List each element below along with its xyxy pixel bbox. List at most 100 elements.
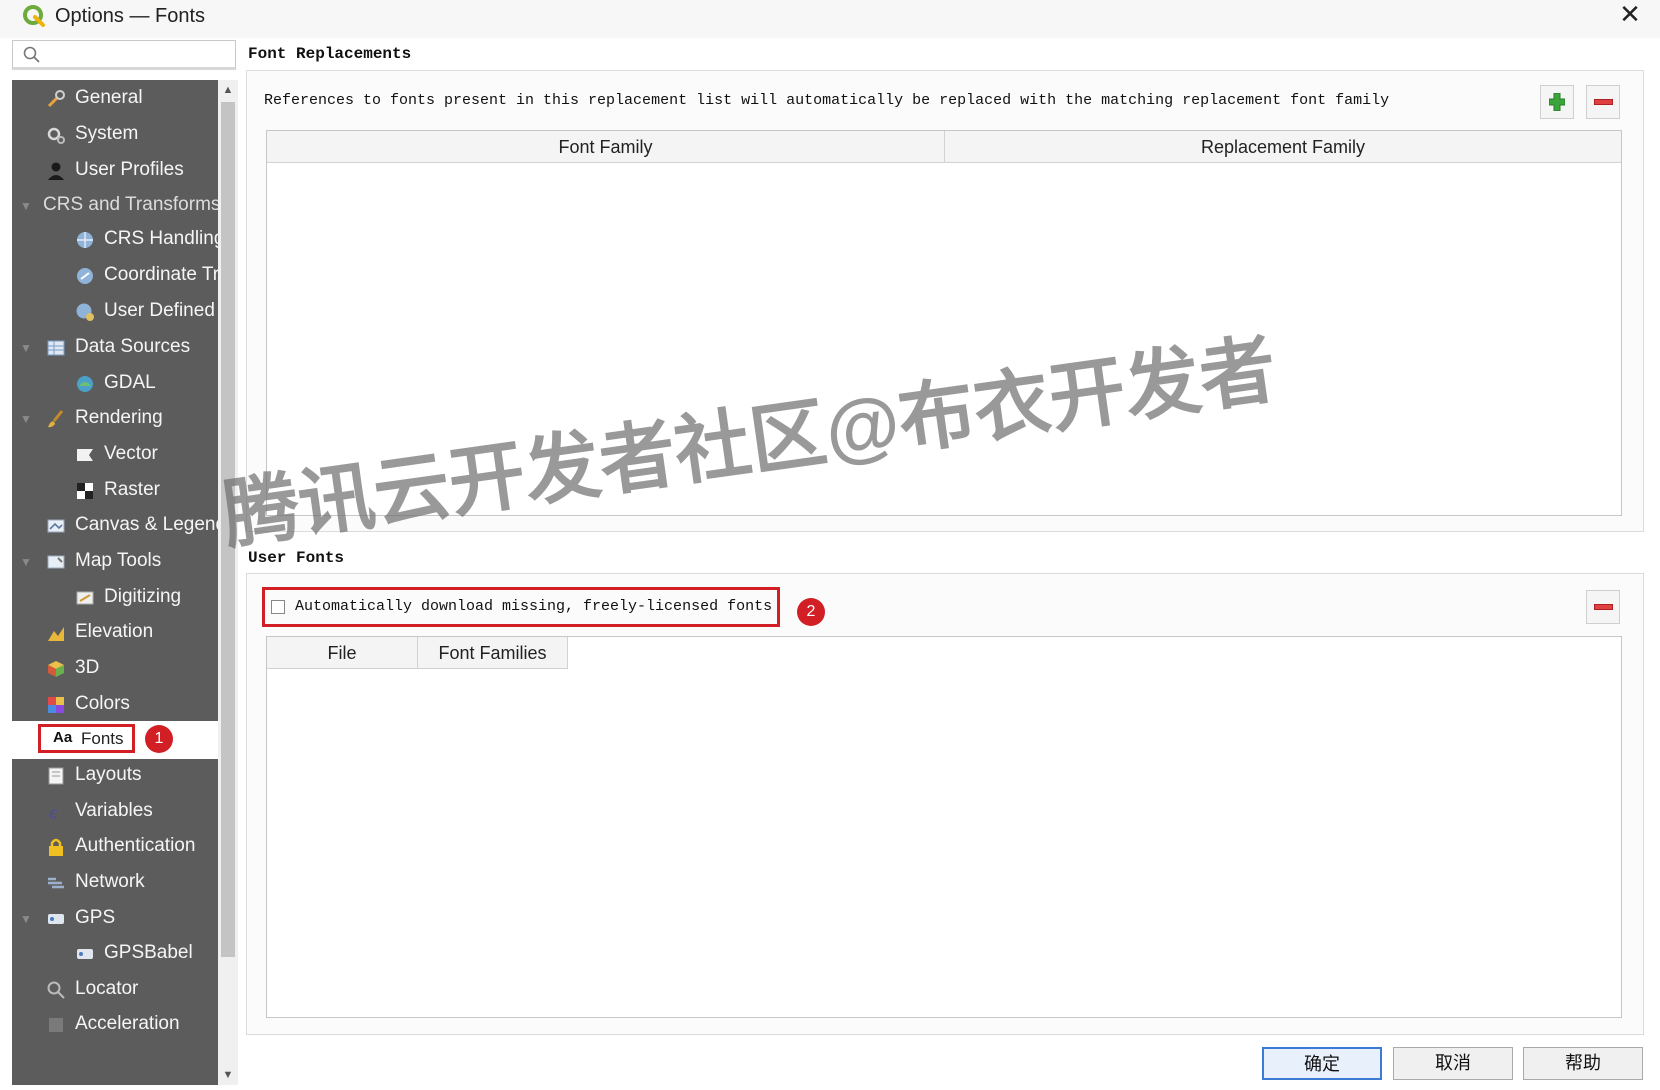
expand-arrow-icon[interactable]: ▼ xyxy=(20,912,32,926)
scroll-down-arrow-icon[interactable]: ▼ xyxy=(218,1065,238,1085)
auto-download-fonts-checkbox[interactable] xyxy=(271,600,285,614)
globe-user-icon xyxy=(76,303,94,321)
help-button[interactable]: 帮助 xyxy=(1523,1047,1643,1080)
globe-transform-icon xyxy=(77,268,93,284)
sidebar-item-fonts[interactable]: Aa Fonts 1 xyxy=(12,721,218,759)
canvas-icon xyxy=(47,519,65,533)
sidebar-item-crs-handling[interactable]: CRS Handling xyxy=(12,221,218,259)
sidebar-item-label: Variables xyxy=(75,800,153,821)
font-aa-icon: Aa xyxy=(53,729,73,746)
sidebar-item-layouts[interactable]: Layouts xyxy=(12,757,218,795)
gears-icon xyxy=(47,127,65,144)
add-replacement-button[interactable] xyxy=(1540,85,1574,119)
sidebar-item-label: GDAL xyxy=(104,372,156,393)
cancel-button[interactable]: 取消 xyxy=(1393,1047,1513,1080)
window-title: Options — Fonts xyxy=(55,5,206,27)
remove-user-font-button[interactable] xyxy=(1586,590,1620,624)
sidebar-item-canvas-legend[interactable]: Canvas & Legend xyxy=(12,507,218,545)
font-replacements-title: Font Replacements xyxy=(248,45,412,63)
sidebar-item-label: Colors xyxy=(75,693,130,714)
elevation-icon xyxy=(48,627,64,641)
sidebar-item-network[interactable]: Network xyxy=(12,864,218,902)
font-replacements-table[interactable]: Font Family Replacement Family xyxy=(266,130,1622,516)
column-header-font-family[interactable]: Font Family xyxy=(267,131,945,163)
brush-icon xyxy=(48,410,64,428)
expand-arrow-icon[interactable]: ▼ xyxy=(20,555,32,569)
sidebar-item-label: Map Tools xyxy=(75,550,162,571)
sidebar-item-3d[interactable]: 3D xyxy=(12,650,218,688)
expand-arrow-icon[interactable]: ▼ xyxy=(20,341,32,355)
sidebar-item-gpsbabel[interactable]: GPSBabel xyxy=(12,935,218,973)
scroll-up-arrow-icon[interactable]: ▲ xyxy=(218,80,238,100)
sidebar-item-label: CRS Handling xyxy=(104,228,218,249)
sidebar-item-label: GPS xyxy=(75,907,116,928)
sidebar-item-elevation[interactable]: Elevation xyxy=(12,614,218,652)
sidebar-item-map-tools[interactable]: ▼ Map Tools xyxy=(12,543,218,581)
fonts-highlight-box: Aa Fonts xyxy=(38,724,135,753)
sidebar-item-label: Raster xyxy=(104,479,160,500)
gdal-icon xyxy=(77,376,93,392)
options-sidebar: General System User Profiles ▼ CRS and T… xyxy=(12,80,218,1085)
sidebar-item-general[interactable]: General xyxy=(12,80,218,118)
sidebar-item-vector[interactable]: Vector xyxy=(12,436,218,474)
search-field[interactable] xyxy=(12,40,236,70)
sidebar-item-rendering[interactable]: ▼ Rendering xyxy=(12,400,218,438)
remove-replacement-button[interactable] xyxy=(1586,85,1620,119)
layout-icon xyxy=(48,767,64,785)
sidebar-item-label: Digitizing xyxy=(104,586,182,607)
sidebar-item-crs-and-transforms[interactable]: ▼ CRS and Transforms xyxy=(12,187,218,225)
sidebar-item-label: 3D xyxy=(75,657,100,678)
sidebar-item-gdal[interactable]: GDAL xyxy=(12,365,218,403)
locator-search-icon xyxy=(47,981,65,999)
sidebar-item-user-defined-crs[interactable]: User Defined CRS xyxy=(12,293,218,331)
close-button[interactable]: ✕ xyxy=(1610,0,1650,30)
sidebar-item-label: GPSBabel xyxy=(104,942,193,963)
column-header-font-families[interactable]: Font Families xyxy=(418,637,568,669)
digitizing-icon xyxy=(76,591,94,605)
raster-checker-icon xyxy=(77,483,93,499)
sidebar-item-coordinate-transforms[interactable]: Coordinate Transforms xyxy=(12,257,218,295)
auto-download-fonts-checkbox-row[interactable]: Automatically download missing, freely-l… xyxy=(262,587,780,627)
sidebar-item-label: Network xyxy=(75,871,145,892)
search-input[interactable] xyxy=(45,43,229,67)
acceleration-icon xyxy=(49,1018,63,1032)
expand-arrow-icon[interactable]: ▼ xyxy=(20,199,32,213)
sidebar-item-colors[interactable]: Colors xyxy=(12,686,218,724)
sidebar-item-label: Canvas & Legend xyxy=(75,514,218,535)
ok-button[interactable]: 确定 xyxy=(1262,1047,1382,1080)
user-icon xyxy=(48,162,64,180)
sidebar-item-variables[interactable]: ε Variables xyxy=(12,793,218,831)
gps-icon xyxy=(48,914,64,924)
sidebar-item-label: Vector xyxy=(104,443,158,464)
table-icon xyxy=(47,340,65,356)
sidebar-item-raster[interactable]: Raster xyxy=(12,472,218,510)
map-tools-icon xyxy=(47,555,65,569)
user-fonts-table[interactable]: File Font Families xyxy=(266,636,1622,1018)
sidebar-scrollbar[interactable]: ▲ ▼ xyxy=(218,80,238,1085)
sidebar-item-authentication[interactable]: Authentication xyxy=(12,828,218,866)
auto-download-fonts-label: Automatically download missing, freely-l… xyxy=(295,598,773,615)
globe-icon xyxy=(77,232,93,248)
sidebar-item-system[interactable]: System xyxy=(12,116,218,154)
scroll-thumb[interactable] xyxy=(221,102,235,957)
sidebar-item-acceleration[interactable]: Acceleration xyxy=(12,1006,218,1044)
annotation-badge-1: 1 xyxy=(145,725,173,753)
sidebar-item-digitizing[interactable]: Digitizing xyxy=(12,579,218,617)
column-header-replacement-family[interactable]: Replacement Family xyxy=(945,131,1621,163)
sidebar-item-label: Data Sources xyxy=(75,336,191,357)
add-icon xyxy=(1549,93,1565,111)
vector-flag-icon xyxy=(77,449,93,461)
sidebar-item-label: Elevation xyxy=(75,621,154,642)
wrench-icon xyxy=(47,90,65,108)
remove-icon xyxy=(1594,99,1613,105)
network-icon xyxy=(48,877,64,889)
sidebar-item-gps[interactable]: ▼ GPS xyxy=(12,900,218,938)
sidebar-item-user-profiles[interactable]: User Profiles xyxy=(12,152,218,190)
column-header-file[interactable]: File xyxy=(267,637,418,669)
sidebar-item-label: CRS and Transforms xyxy=(43,194,218,215)
sidebar-item-locator[interactable]: Locator xyxy=(12,971,218,1009)
sidebar-item-data-sources[interactable]: ▼ Data Sources xyxy=(12,329,218,367)
sidebar-item-label: Layouts xyxy=(75,764,142,785)
expand-arrow-icon[interactable]: ▼ xyxy=(20,412,32,426)
palette-icon xyxy=(48,697,64,713)
